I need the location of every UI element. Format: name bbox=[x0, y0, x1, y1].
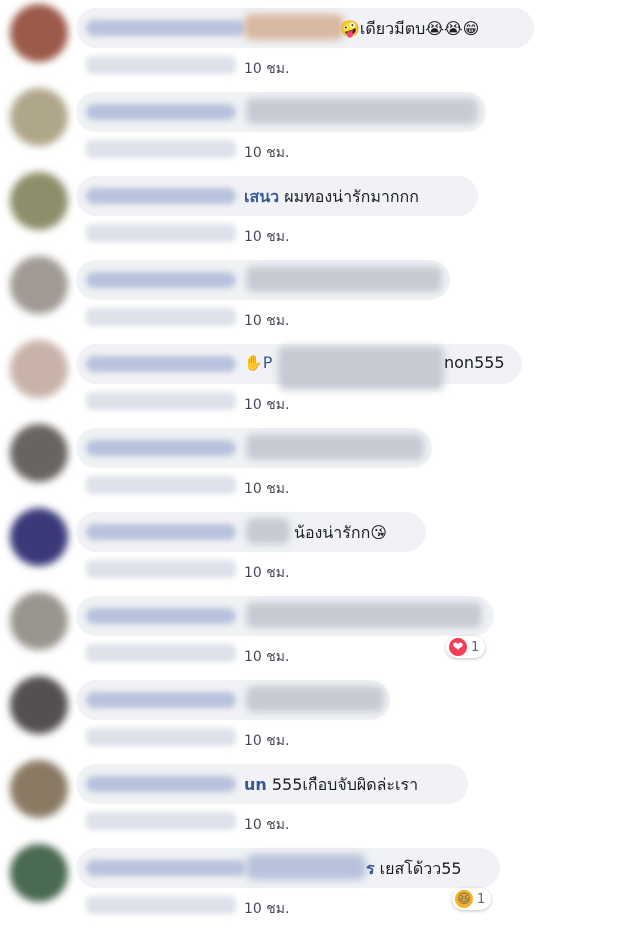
comment-actions[interactable] bbox=[86, 644, 236, 662]
hand-icon: ✋ bbox=[244, 354, 263, 372]
comment-body: เยสโด้วว55 bbox=[374, 859, 462, 878]
comment-item: 10 ชม. bbox=[0, 84, 640, 168]
mentioned-name[interactable]: P bbox=[263, 353, 273, 372]
comment-timestamp[interactable]: 10 ชม. bbox=[244, 730, 289, 752]
commenter-name[interactable] bbox=[86, 692, 236, 708]
redacted-text bbox=[246, 266, 442, 292]
haha-reaction-icon: 😆 bbox=[455, 890, 473, 908]
comment-item: ร เยสโด้วว55 😆 1 10 ชม. bbox=[0, 840, 640, 924]
love-reaction-icon: ❤ bbox=[449, 638, 467, 656]
comment-item: เสนว ผมทองน่ารักมากกก 10 ชม. bbox=[0, 168, 640, 252]
comment-actions[interactable] bbox=[86, 476, 236, 494]
avatar[interactable] bbox=[10, 256, 68, 314]
comment-body: non555 bbox=[444, 353, 505, 372]
avatar[interactable] bbox=[10, 676, 68, 734]
comment-actions[interactable] bbox=[86, 140, 236, 158]
comment-timestamp[interactable]: 10 ชม. bbox=[244, 58, 289, 80]
avatar[interactable] bbox=[10, 424, 68, 482]
avatar[interactable] bbox=[10, 844, 68, 902]
comment-item: un 555เกือบจับผิดล่ะเรา 10 ชม. bbox=[0, 756, 640, 840]
comment-actions[interactable] bbox=[86, 812, 236, 830]
redacted-text bbox=[246, 854, 366, 880]
comment-text: ร เยสโด้วว55 bbox=[366, 857, 462, 882]
commenter-name[interactable] bbox=[86, 860, 246, 876]
comment-text: un 555เกือบจับผิดล่ะเรา bbox=[244, 773, 418, 798]
commenter-name[interactable] bbox=[86, 524, 236, 540]
comment-text: น้องน่ารักก😘 bbox=[294, 523, 387, 542]
reaction-count[interactable]: 😆 1 bbox=[452, 888, 492, 910]
commenter-name[interactable] bbox=[86, 20, 246, 36]
comment-timestamp[interactable]: 10 ชม. bbox=[244, 226, 289, 248]
comment-timestamp[interactable]: 10 ชม. bbox=[244, 142, 289, 164]
redacted-text bbox=[244, 14, 344, 40]
redacted-text bbox=[246, 686, 384, 712]
commenter-name-visible[interactable]: เสนว bbox=[244, 187, 279, 206]
redacted-text bbox=[246, 518, 290, 544]
comment-timestamp[interactable]: 10 ชม. bbox=[244, 814, 289, 836]
commenter-name[interactable] bbox=[86, 356, 236, 372]
comment-item: 10 ชม. bbox=[0, 672, 640, 756]
comment-text: เสนว ผมทองน่ารักมากกก bbox=[244, 185, 419, 210]
comment-text: 🤪เดียวมีตบ😭😭😁 bbox=[340, 19, 480, 38]
comment-actions[interactable] bbox=[86, 896, 236, 914]
avatar[interactable] bbox=[10, 592, 68, 650]
commenter-name[interactable] bbox=[86, 272, 236, 288]
comment-actions[interactable] bbox=[86, 56, 236, 74]
commenter-name[interactable] bbox=[86, 104, 236, 120]
comment-body: ผมทองน่ารักมากกก bbox=[279, 187, 419, 206]
comment-actions[interactable] bbox=[86, 728, 236, 746]
avatar[interactable] bbox=[10, 4, 68, 62]
comment-item: ✋P non555 10 ชม. bbox=[0, 336, 640, 420]
reaction-number: 1 bbox=[477, 891, 486, 907]
comment-timestamp[interactable]: 10 ชม. bbox=[244, 562, 289, 584]
avatar[interactable] bbox=[10, 172, 68, 230]
comment-item: ❤ 1 10 ชม. bbox=[0, 588, 640, 672]
redacted-text bbox=[246, 98, 478, 124]
commenter-name[interactable] bbox=[86, 776, 236, 792]
comment-item: 🤪เดียวมีตบ😭😭😁 10 ชม. bbox=[0, 0, 640, 84]
comment-body: 555เกือบจับผิดล่ะเรา bbox=[266, 775, 419, 794]
comment-timestamp[interactable]: 10 ชม. bbox=[244, 898, 289, 920]
comment-text: ✋P bbox=[244, 353, 272, 372]
avatar[interactable] bbox=[10, 760, 68, 818]
reaction-count[interactable]: ❤ 1 bbox=[446, 636, 486, 658]
comment-actions[interactable] bbox=[86, 560, 236, 578]
avatar[interactable] bbox=[10, 508, 68, 566]
comment-timestamp[interactable]: 10 ชม. bbox=[244, 394, 289, 416]
commenter-name[interactable] bbox=[86, 608, 236, 624]
redacted-text bbox=[246, 434, 424, 460]
comment-actions[interactable] bbox=[86, 308, 236, 326]
comment-actions[interactable] bbox=[86, 224, 236, 242]
avatar[interactable] bbox=[10, 340, 68, 398]
redacted-text bbox=[246, 602, 482, 628]
commenter-name-visible[interactable]: ร bbox=[366, 859, 375, 878]
comment-timestamp[interactable]: 10 ชม. bbox=[244, 478, 289, 500]
comment-item: 10 ชม. bbox=[0, 420, 640, 504]
comment-actions[interactable] bbox=[86, 392, 236, 410]
comment-timestamp[interactable]: 10 ชม. bbox=[244, 310, 289, 332]
reaction-number: 1 bbox=[471, 639, 480, 655]
comment-timestamp[interactable]: 10 ชม. bbox=[244, 646, 289, 668]
commenter-name-visible[interactable]: un bbox=[244, 775, 267, 794]
commenter-name[interactable] bbox=[86, 440, 236, 456]
comment-item: น้องน่ารักก😘 10 ชม. bbox=[0, 504, 640, 588]
commenter-name[interactable] bbox=[86, 188, 236, 204]
redacted-text bbox=[278, 346, 444, 390]
avatar[interactable] bbox=[10, 88, 68, 146]
comment-item: 10 ชม. bbox=[0, 252, 640, 336]
